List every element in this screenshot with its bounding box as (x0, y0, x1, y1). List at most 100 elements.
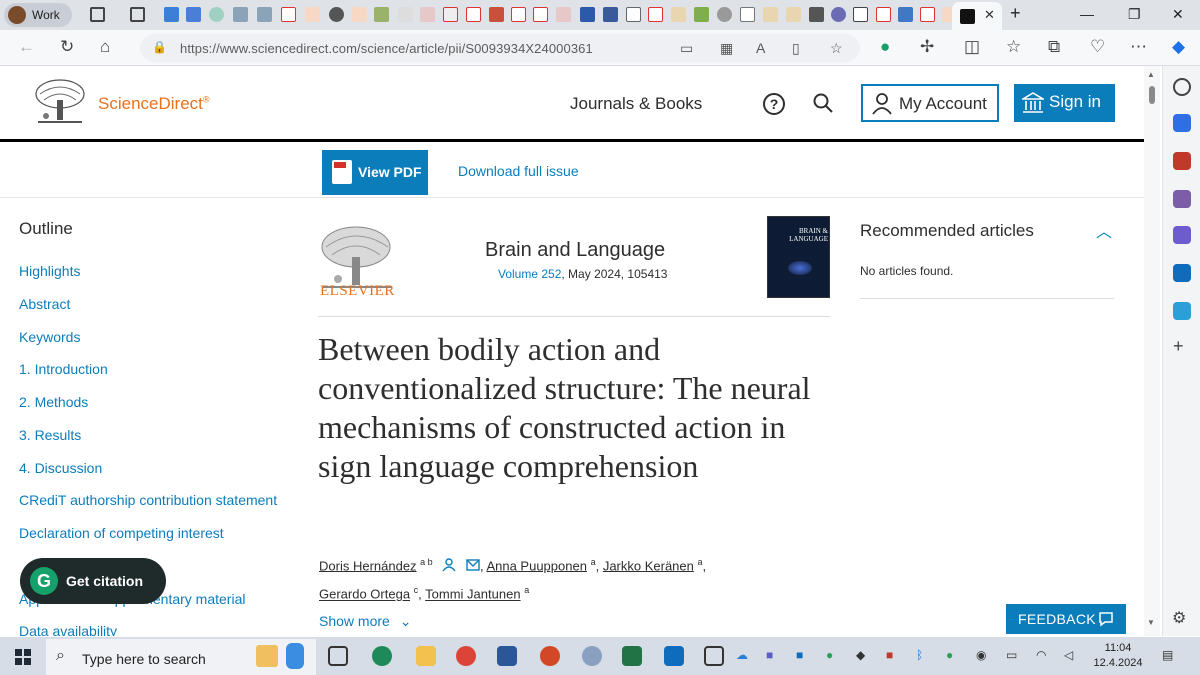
windows-start-icon[interactable] (15, 649, 31, 665)
more-menu-icon[interactable]: ⋯ (1130, 37, 1147, 57)
outline-item-data-availability[interactable]: Data availability (19, 623, 117, 636)
help-icon[interactable]: ? (763, 93, 785, 115)
taskbar-clock[interactable]: 11:04 12.4.2024 (1088, 641, 1148, 671)
tab-site-icon[interactable] (603, 7, 618, 22)
close-tab-icon[interactable]: ✕ (984, 7, 995, 23)
notifications-icon[interactable]: ▤ (1162, 648, 1173, 662)
tab-site-icon[interactable] (694, 7, 709, 22)
tab-site-icon[interactable] (209, 7, 224, 22)
tab-site-icon[interactable] (374, 7, 389, 22)
search-highlight-icon[interactable] (256, 645, 278, 667)
powerpoint-icon[interactable] (540, 646, 560, 666)
journals-books-link[interactable]: Journals & Books (570, 94, 702, 114)
apps-icon[interactable]: ▦ (720, 40, 733, 57)
search-icon[interactable] (1173, 78, 1191, 96)
elsevier-tree-logo[interactable] (32, 78, 88, 126)
chevron-up-icon[interactable]: ︿ (1096, 218, 1112, 242)
app-available-icon[interactable]: ▭ (680, 40, 693, 57)
active-tab[interactable]: ✕ (952, 2, 1002, 30)
outline-item-abstract[interactable]: Abstract (19, 296, 70, 312)
tab-pdf-icon[interactable] (281, 7, 296, 22)
view-pdf-button[interactable]: View PDF (322, 150, 428, 195)
tab-site-icon[interactable] (329, 7, 344, 22)
wifi-icon[interactable]: ◠ (1036, 648, 1046, 662)
outline-item-results[interactable]: 3. Results (19, 427, 81, 443)
tab-calendar-icon[interactable] (164, 7, 179, 22)
taskbar-search-box[interactable]: ⌕ Type here to search (46, 639, 316, 675)
collections-icon[interactable]: ⧉ (1048, 37, 1060, 57)
onedrive-icon[interactable]: ☁ (736, 648, 748, 662)
tab-site-icon[interactable] (420, 7, 435, 22)
tab-site-icon[interactable] (556, 7, 571, 22)
microsoft365-icon[interactable] (1173, 226, 1191, 244)
volume-icon[interactable]: ◁ (1064, 648, 1073, 662)
search-icon[interactable] (812, 92, 834, 114)
battery-icon[interactable]: ▭ (1006, 648, 1017, 662)
minimize-icon[interactable]: — (1080, 6, 1094, 22)
author-link[interactable]: Jarkko Keränen (603, 558, 694, 573)
tab-pdf-icon[interactable] (876, 7, 891, 22)
tab-pdf-icon[interactable] (648, 7, 663, 22)
bluetooth-icon[interactable]: ᛒ (916, 648, 923, 662)
games-icon[interactable] (1173, 190, 1191, 208)
tab-site-icon[interactable] (898, 7, 913, 22)
author-affiliation[interactable]: c (414, 585, 419, 595)
page-scrollbar[interactable]: ▲ ▼ (1144, 66, 1160, 636)
get-citation-button[interactable]: G Get citation (20, 558, 166, 604)
scrollbar-thumb[interactable] (1149, 86, 1155, 104)
tab-site-icon[interactable] (786, 7, 801, 22)
author-link[interactable]: Gerardo Ortega (319, 587, 410, 602)
tab-pdf-icon[interactable] (533, 7, 548, 22)
my-account-button[interactable]: My Account (861, 84, 999, 122)
new-tab-icon[interactable]: + (1010, 3, 1021, 24)
tray-app-icon[interactable]: ◉ (976, 648, 986, 662)
profile-button[interactable]: Work (4, 3, 72, 27)
performance-icon[interactable]: ♡ (1090, 37, 1105, 57)
copilot-icon[interactable]: ◆ (1172, 37, 1185, 57)
tab-site-icon[interactable] (257, 7, 272, 22)
split-screen-icon[interactable]: ◫ (964, 37, 980, 57)
read-aloud-icon[interactable]: A (756, 40, 765, 56)
tab-site-icon[interactable] (489, 7, 504, 22)
edge-icon[interactable] (372, 646, 392, 666)
word-icon[interactable] (497, 646, 517, 666)
close-window-icon[interactable]: ✕ (1172, 6, 1184, 23)
teams-icon[interactable]: ■ (766, 648, 773, 662)
shopping-icon[interactable] (1173, 114, 1191, 132)
outline-item-credit[interactable]: CRediT authorship contribution statement (19, 492, 277, 508)
author-affiliation[interactable]: a (698, 557, 703, 567)
tab-pdf-icon[interactable] (466, 7, 481, 22)
scroll-down-icon[interactable]: ▼ (1147, 618, 1155, 627)
tab-doc-icon[interactable] (626, 7, 641, 22)
sciencedirect-logo[interactable]: ScienceDirect® (98, 94, 210, 114)
telegram-icon[interactable] (1173, 302, 1191, 320)
feedback-button[interactable]: FEEDBACK (1006, 604, 1126, 634)
address-bar[interactable]: 🔒 https://www.sciencedirect.com/science/… (140, 34, 860, 62)
tray-green-icon[interactable]: ● (946, 648, 953, 662)
email-icon[interactable] (466, 559, 480, 572)
security-icon[interactable]: ◆ (856, 648, 865, 662)
journal-cover-image[interactable]: BRAIN & LANGUAGE (767, 216, 830, 298)
show-more-button[interactable]: Show more ⌄ (319, 613, 411, 630)
extensions-icon[interactable]: ✢ (920, 37, 934, 57)
journal-title[interactable]: Brain and Language (485, 239, 665, 262)
outline-item-introduction[interactable]: 1. Introduction (19, 361, 108, 377)
author-affiliation[interactable]: a (591, 557, 596, 567)
scroll-up-icon[interactable]: ▲ (1147, 70, 1155, 79)
outline-item-keywords[interactable]: Keywords (19, 329, 80, 345)
tools-icon[interactable] (1173, 152, 1191, 170)
lock-icon[interactable]: 🔒 (152, 40, 167, 54)
tab-gmail-icon[interactable] (443, 7, 458, 22)
task-view-icon[interactable] (328, 646, 348, 666)
tab-elsevier-icon[interactable] (305, 7, 320, 22)
search-highlight-bottle-icon[interactable] (286, 643, 304, 669)
immersive-reader-icon[interactable]: ▯ (792, 40, 800, 57)
add-icon[interactable]: + (1173, 336, 1184, 357)
author-link[interactable]: Anna Puupponen (486, 558, 586, 573)
tab-site-icon[interactable] (671, 7, 686, 22)
author-affiliation[interactable]: a b (420, 557, 433, 567)
tab-pdf-icon[interactable] (511, 7, 526, 22)
tab-site-icon[interactable] (580, 7, 595, 22)
url-text[interactable]: https://www.sciencedirect.com/science/ar… (180, 41, 593, 56)
excel-icon[interactable] (622, 646, 642, 666)
